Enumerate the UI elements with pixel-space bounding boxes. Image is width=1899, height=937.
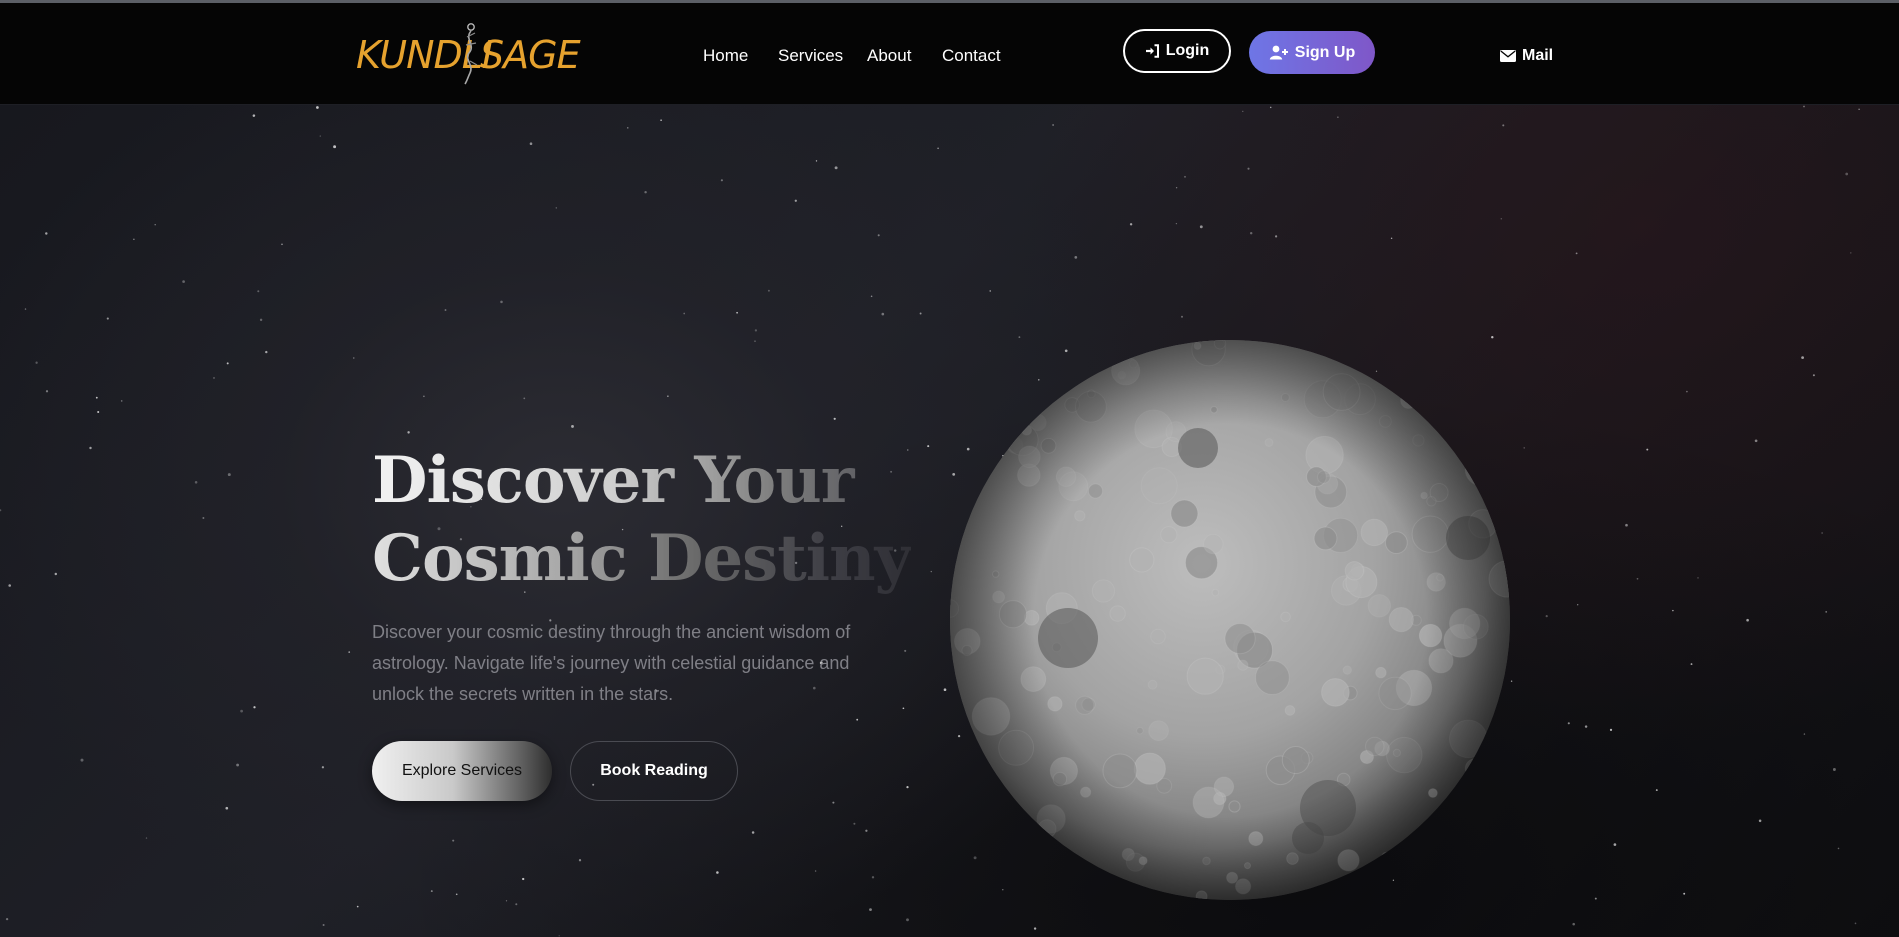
navbar: KUNDLI SAGE Home Services About Contact … [0, 3, 1899, 105]
explore-services-button[interactable]: Explore Services [372, 741, 552, 801]
mail-link[interactable]: Mail [1500, 44, 1553, 68]
signup-button[interactable]: Sign Up [1249, 31, 1375, 74]
book-reading-button[interactable]: Book Reading [570, 741, 738, 801]
hero-section: Discover Your Cosmic Destiny Discover yo… [0, 105, 1899, 937]
nav-link-about[interactable]: About [867, 44, 911, 68]
nav-link-services[interactable]: Services [778, 44, 843, 68]
signup-label: Sign Up [1294, 43, 1356, 61]
sign-in-icon [1145, 44, 1159, 58]
user-plus-icon [1269, 45, 1288, 60]
moon-image [950, 340, 1510, 900]
hero-headline-line1: Discover Your [372, 442, 911, 520]
login-button[interactable]: Login [1123, 29, 1231, 73]
hero-headline-line2: Cosmic Destiny [372, 521, 912, 596]
nav-link-home[interactable]: Home [703, 44, 748, 68]
envelope-icon [1500, 50, 1516, 62]
logo-text-sage: SAGE [480, 33, 581, 77]
mail-label: Mail [1522, 47, 1554, 64]
hero-headline: Discover Your Cosmic Destiny [372, 442, 912, 598]
nav-link-contact[interactable]: Contact [942, 44, 1001, 68]
logo-figure-icon [464, 23, 478, 85]
logo[interactable]: KUNDLI SAGE [354, 19, 584, 89]
login-label: Login [1165, 42, 1210, 59]
hero-description: Discover your cosmic destiny through the… [372, 622, 851, 704]
